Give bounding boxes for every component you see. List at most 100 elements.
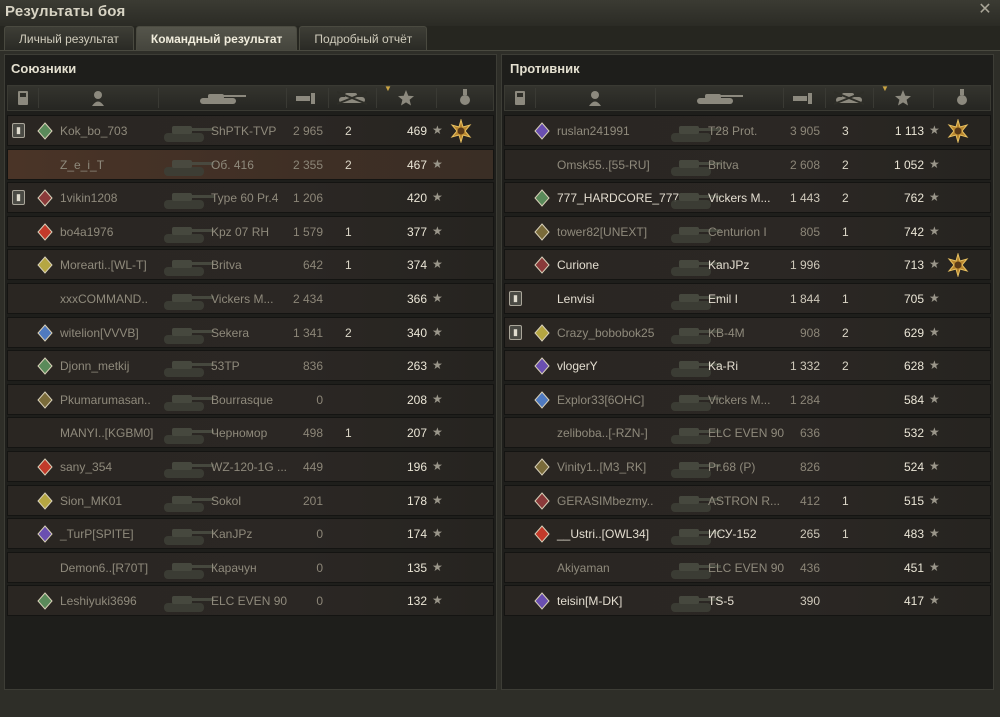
kills-icon[interactable] (825, 86, 873, 110)
player-nickname[interactable]: Kok_bo_703 (60, 124, 127, 138)
tank-icon (158, 117, 216, 146)
player-row[interactable]: Morearti..[WL-T] Britva 642 1 374 ★ (7, 249, 494, 281)
player-row[interactable]: ▮ Crazy_bobobok25 KB-4M 908 2 629 ★ (504, 316, 991, 348)
player-row[interactable]: ▮ Lenvisi Emil I 1 844 1 705 ★ (504, 282, 991, 314)
player-row[interactable]: Leshiyuki3696 ELC EVEN 90 0 132 ★ (7, 585, 494, 617)
player-nickname[interactable]: ruslan241991 (557, 124, 630, 138)
player-row[interactable]: _TurP[SPITE] KanJPz 0 174 ★ (7, 518, 494, 550)
tank-icon (158, 453, 216, 482)
damage-value: 2 608 (789, 157, 820, 172)
damage-value: 498 (302, 426, 323, 441)
player-nickname[interactable]: tower82[UNEXT] (557, 225, 647, 239)
player-nickname[interactable]: teisin[M-DK] (557, 594, 622, 608)
kills-value: 2 (345, 325, 352, 340)
player-nickname[interactable]: Leshiyuki3696 (60, 594, 137, 608)
platoon-icon[interactable] (8, 86, 38, 110)
player-row[interactable]: ▮ 1vikin1208 Type 60 Pr.4 1 206 420 ★ (7, 182, 494, 214)
player-nickname[interactable]: Explor33[6OHC] (557, 393, 644, 407)
kills-icon[interactable] (328, 86, 376, 110)
player-row[interactable]: bo4a1976 Kpz 07 RH 1 579 1 377 ★ (7, 215, 494, 247)
player-row[interactable]: xxxCOMMAND.. Vickers M... 2 434 366 ★ (7, 282, 494, 314)
player-icon[interactable] (535, 86, 655, 110)
player-row[interactable]: Pkumarumasan.. Bourrasque 0 208 ★ (7, 383, 494, 415)
player-nickname[interactable]: Sion_MK01 (60, 494, 122, 508)
player-nickname[interactable]: Crazy_bobobok25 (557, 326, 654, 340)
player-row[interactable]: Vinity1..[M3_RK] Pr.68 (P) 826 524 ★ (504, 450, 991, 482)
player-row[interactable]: ▮ Kok_bo_703 ShPTK-TVP 2 965 2 469 ★ (7, 115, 494, 146)
player-nickname[interactable]: Z_e_i_T (60, 158, 104, 172)
header-separator (825, 88, 826, 108)
player-nickname[interactable]: 1vikin1208 (60, 191, 117, 205)
player-row[interactable]: Omsk55..[55-RU] Britva 2 608 2 1 052 ★ (504, 148, 991, 180)
tank-icon[interactable] (158, 86, 286, 110)
damage-icon[interactable] (783, 86, 825, 110)
player-row[interactable]: GERASIMbezmy.. ASTRON R... 412 1 515 ★ (504, 484, 991, 516)
player-row[interactable]: vlogerY Ka-Ri 1 332 2 628 ★ (504, 350, 991, 382)
player-nickname[interactable]: Pkumarumasan.. (60, 393, 151, 407)
player-row[interactable]: ruslan241991 T28 Prot. 3 905 3 1 113 ★ (504, 115, 991, 146)
player-row[interactable]: __Ustri..[OWL34] ИСУ-152 265 1 483 ★ (504, 518, 991, 550)
player-nickname[interactable]: GERASIMbezmy.. (557, 494, 653, 508)
player-nickname[interactable]: zeliboba..[-RZN-] (557, 426, 648, 440)
player-icon[interactable] (38, 86, 158, 110)
player-row[interactable]: sany_354 WZ-120-1G ... 449 196 ★ (7, 450, 494, 482)
header-separator (38, 88, 39, 108)
player-row[interactable]: Akiyaman ELC EVEN 90 436 451 ★ (504, 551, 991, 583)
player-row[interactable]: zeliboba..[-RZN-] ELC EVEN 90 636 532 ★ (504, 417, 991, 449)
player-row[interactable]: Explor33[6OHC] Vickers M... 1 284 584 ★ (504, 383, 991, 415)
player-row[interactable]: Curione KanJPz 1 996 713 ★ (504, 249, 991, 281)
xp-icon[interactable]: ▼ (873, 84, 933, 110)
medal-icon[interactable] (449, 118, 473, 144)
player-row[interactable]: Demon6..[R70T] Карачун 0 135 ★ (7, 551, 494, 583)
player-nickname[interactable]: xxxCOMMAND.. (60, 292, 148, 306)
tab-personal-result[interactable]: Личный результат (4, 26, 134, 50)
tab-team-result[interactable]: Командный результат (135, 26, 298, 50)
tank-name: ShPTK-TVP (211, 124, 277, 138)
header-separator (376, 88, 377, 108)
player-row[interactable]: MANYI..[KGBM0] Черномор 498 1 207 ★ (7, 417, 494, 449)
player-nickname[interactable]: vlogerY (557, 359, 598, 373)
close-icon[interactable]: ✕ (976, 1, 994, 19)
player-row[interactable]: witelion[VVVB] Sekera 1 341 2 340 ★ (7, 316, 494, 348)
medal-icon[interactable] (946, 252, 970, 279)
player-nickname[interactable]: Demon6..[R70T] (60, 561, 148, 575)
player-nickname[interactable]: Lenvisi (557, 292, 594, 306)
medal-icon[interactable] (436, 86, 494, 110)
damage-icon[interactable] (286, 86, 328, 110)
player-nickname[interactable]: bo4a1976 (60, 225, 113, 239)
player-nickname[interactable]: witelion[VVVB] (60, 326, 139, 340)
player-nickname[interactable]: 777_HARDCORE_777 (557, 191, 679, 205)
medal-icon[interactable] (933, 86, 991, 110)
player-nickname[interactable]: _TurP[SPITE] (60, 527, 134, 541)
player-nickname[interactable]: __Ustri..[OWL34] (557, 527, 649, 541)
player-nickname[interactable]: sany_354 (60, 460, 112, 474)
tank-icon (158, 587, 216, 616)
platoon-icon[interactable] (505, 86, 535, 110)
tank-name: Об. 416 (211, 157, 254, 172)
player-row[interactable]: Sion_MK01 Sokol 201 178 ★ (7, 484, 494, 516)
player-nickname[interactable]: Akiyaman (557, 561, 610, 575)
xp-value: 629 (903, 325, 924, 340)
tank-icon[interactable] (655, 86, 783, 110)
xp-icon[interactable]: ▼ (376, 84, 436, 110)
player-row[interactable]: Z_e_i_T Об. 416 2 355 2 467 ★ (7, 148, 494, 180)
xp-star-icon: ★ (432, 526, 443, 541)
xp-value: 417 (903, 594, 924, 609)
player-nickname[interactable]: Curione (557, 258, 599, 272)
player-nickname[interactable]: Djonn_metkij (60, 359, 129, 373)
tab-detailed-report[interactable]: Подробный отчёт (299, 26, 428, 50)
player-nickname[interactable]: Morearti..[WL-T] (60, 258, 147, 272)
player-row[interactable]: Djonn_metkij 53TP 836 263 ★ (7, 350, 494, 382)
player-row[interactable]: 777_HARDCORE_777 Vickers M... 1 443 2 762 ★ (504, 182, 991, 214)
xp-value: 178 (406, 493, 427, 508)
enemies-column-header: ▼ (504, 84, 991, 111)
header-separator (783, 88, 784, 108)
player-nickname[interactable]: Vinity1..[M3_RK] (557, 460, 646, 474)
player-nickname[interactable]: MANYI..[KGBM0] (60, 426, 153, 440)
tank-icon (158, 285, 216, 314)
medal-icon[interactable] (946, 118, 970, 144)
player-row[interactable]: tower82[UNEXT] Centurion I 805 1 742 ★ (504, 215, 991, 247)
player-nickname[interactable]: Omsk55..[55-RU] (557, 158, 650, 172)
clan-emblem-icon (36, 357, 54, 375)
player-row[interactable]: teisin[M-DK] TS-5 390 417 ★ (504, 585, 991, 617)
